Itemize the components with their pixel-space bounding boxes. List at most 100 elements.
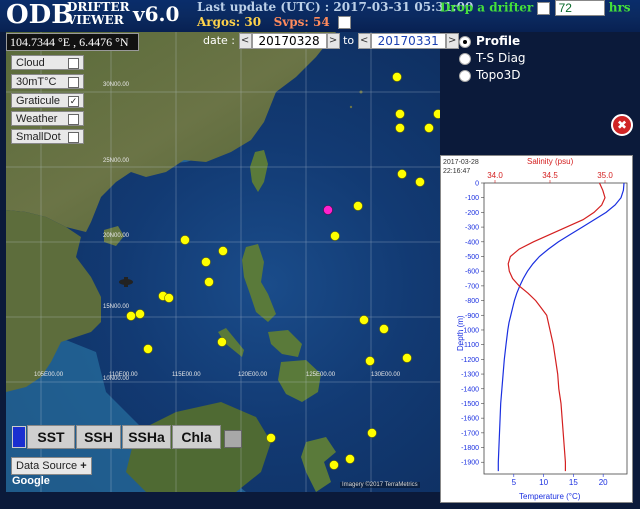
mode-label: Topo3D [476, 68, 521, 82]
selected-drifter-marker [323, 205, 333, 215]
tab-ssh[interactable]: SSH [76, 425, 121, 449]
drifter-marker [379, 324, 389, 334]
date-to-next-button[interactable]: > [445, 33, 459, 49]
date-from-input[interactable]: 20170328 [251, 33, 327, 49]
depth-tick-label: -300 [465, 225, 479, 232]
depth-tick-label: -900 [465, 313, 479, 320]
radio-topo3d[interactable] [459, 69, 471, 82]
depth-tick-label: -1000 [461, 327, 479, 334]
layer-label: Cloud [16, 57, 45, 69]
drifter-marker [345, 454, 355, 464]
salinity-series-line [507, 182, 606, 472]
drifter-marker [397, 169, 407, 179]
layer-checkbox-cloud[interactable] [68, 58, 79, 69]
depth-tick-label: -700 [465, 283, 479, 290]
radio-profile[interactable] [459, 35, 471, 48]
drifter-marker [367, 428, 377, 438]
layer-opacity-toggle[interactable] [224, 430, 242, 448]
last-update-text: Last update (UTC) : 2017-03-31 05:31:00 [197, 0, 474, 14]
layer-toggle-weather[interactable]: Weather [11, 111, 84, 126]
lon-label-120e: 120E00.00 [238, 372, 268, 378]
depth-tick-label: -500 [465, 254, 479, 261]
depth-tick-label: -1700 [461, 430, 479, 437]
mode-topo3d[interactable]: Topo3D [459, 67, 526, 84]
drop-hours-input[interactable]: 72 [554, 0, 605, 16]
salinity-tick-label: 35.0 [597, 171, 613, 180]
drop-drifter-control: Drop a drifter 72 hrs [440, 0, 631, 16]
data-source-label: Data Source [16, 460, 78, 472]
depth-tick-label: -200 [465, 210, 479, 217]
lat-label-15n: 15N00.00 [103, 304, 130, 310]
mode-label: T-S Diag [476, 51, 526, 65]
layer-label: Weather [16, 113, 58, 125]
color-legend-toggle[interactable] [12, 426, 26, 448]
drifter-marker [266, 433, 276, 443]
layer-toggle-cloud[interactable]: Cloud [11, 55, 84, 70]
drifter-marker [395, 109, 405, 119]
drifter-marker [329, 460, 339, 470]
imagery-attribution: Imagery ©2017 TerraMetrics [340, 482, 420, 488]
plus-icon: + [80, 460, 87, 472]
date-label: date : [203, 34, 236, 47]
date-to-prev-button[interactable]: < [357, 33, 371, 49]
temperature-tick-label: 15 [569, 478, 578, 487]
app-logo-subtitle: DRIFTER VIEWER [67, 1, 130, 27]
depth-tick-label: -1100 [462, 342, 479, 349]
temperature-series-line [497, 182, 625, 472]
drop-drifter-label: Drop a drifter [440, 0, 534, 15]
app-version: v6.0 [133, 2, 180, 26]
show-drifters-checkbox[interactable] [338, 16, 352, 29]
layer-checkbox-weather[interactable] [68, 114, 79, 125]
plot-date: 2017-03-28 [443, 159, 479, 166]
date-from-prev-button[interactable]: < [238, 33, 252, 49]
depth-tick-label: -800 [465, 298, 479, 305]
app-logo: ODB [6, 0, 74, 30]
drifter-marker [424, 123, 434, 133]
mode-ts-diag[interactable]: T-S Diag [459, 50, 526, 67]
layer-label: Graticule [16, 95, 61, 107]
layer-toggle-graticule[interactable]: Graticule ✓ [11, 93, 84, 108]
date-to-label: to [343, 34, 355, 47]
logo-sub-viewer: VIEWER [67, 13, 124, 27]
drifter-marker [204, 277, 214, 287]
layer-checkbox-smalldot[interactable] [68, 132, 79, 143]
date-to-input[interactable]: 20170331 [370, 33, 446, 49]
argos-count: Argos: 30 [197, 15, 262, 29]
salinity-axis-label: Salinity (psu) [527, 157, 574, 166]
layer-label: 30mT°C [16, 76, 57, 88]
temperature-tick-label: 5 [512, 478, 517, 487]
data-source-button[interactable]: Data Source + [11, 457, 92, 475]
tab-ssha[interactable]: SSHa [122, 425, 171, 449]
depth-tick-label: 0 [475, 181, 479, 188]
mode-label: Profile [476, 34, 521, 48]
depth-tick-label: -1900 [461, 460, 479, 467]
lon-label-130e: 130E00.00 [371, 372, 401, 378]
mode-profile[interactable]: Profile [459, 33, 526, 50]
tab-chla[interactable]: Chla [172, 425, 221, 449]
tab-sst[interactable]: SST [27, 425, 75, 449]
depth-tick-label: -1500 [461, 401, 479, 408]
temperature-tick-label: 10 [539, 478, 548, 487]
depth-tick-label: -1800 [461, 445, 479, 452]
layer-checkbox-graticule[interactable]: ✓ [68, 96, 79, 107]
drifter-marker [395, 123, 405, 133]
layer-checkbox-30mt[interactable] [68, 77, 79, 88]
cursor-coordinate-readout: 104.7344 °E , 6.4476 °N [6, 33, 139, 51]
radio-ts-diag[interactable] [459, 52, 471, 65]
layer-toggle-30mt[interactable]: 30mT°C [11, 74, 84, 89]
lat-label-30n: 30N00.00 [103, 82, 130, 88]
salinity-tick-label: 34.0 [487, 171, 503, 180]
drifter-marker [402, 353, 412, 363]
drifter-marker [392, 72, 402, 82]
temperature-axis-label: Temperature (°C) [519, 492, 581, 501]
layer-toggle-smalldot[interactable]: SmallDot [11, 129, 84, 144]
date-from-next-button[interactable]: > [326, 33, 340, 49]
depth-tick-label: -1300 [461, 372, 479, 379]
drifter-marker [218, 246, 228, 256]
drop-drifter-checkbox[interactable] [537, 1, 551, 15]
weather-icon [119, 277, 133, 287]
drifter-marker [180, 235, 190, 245]
close-icon[interactable]: ✖ [611, 114, 633, 136]
drifter-marker [433, 109, 440, 119]
lat-label-25n: 25N00.00 [103, 158, 130, 164]
